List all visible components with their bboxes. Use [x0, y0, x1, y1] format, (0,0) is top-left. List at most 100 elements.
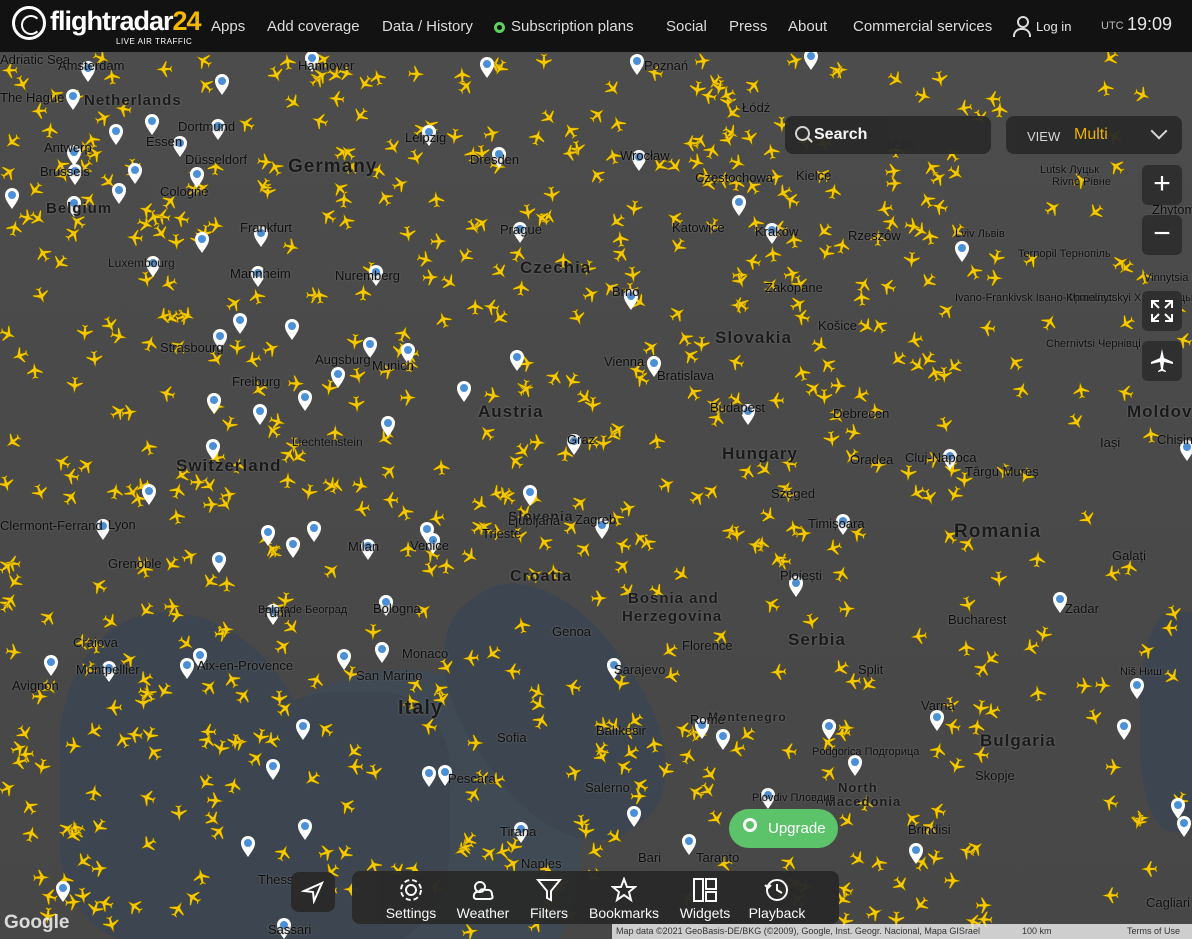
aircraft-icon[interactable]	[986, 248, 1006, 268]
aircraft-icon[interactable]	[219, 414, 239, 435]
aircraft-icon[interactable]	[333, 842, 355, 864]
aircraft-icon[interactable]	[168, 480, 188, 501]
aircraft-icon[interactable]	[885, 175, 903, 192]
aircraft-icon[interactable]	[762, 141, 781, 160]
aircraft-icon[interactable]	[693, 335, 710, 353]
aircraft-icon[interactable]	[181, 886, 204, 908]
aircraft-icon[interactable]	[368, 67, 388, 87]
aircraft-icon[interactable]	[125, 725, 144, 744]
airport-pin-icon[interactable]	[233, 313, 247, 334]
aircraft-icon[interactable]	[86, 350, 103, 368]
aircraft-icon[interactable]	[194, 74, 217, 97]
aircraft-icon[interactable]	[1077, 508, 1099, 530]
aircraft-icon[interactable]	[85, 783, 104, 802]
aircraft-toggle-button[interactable]	[1142, 341, 1182, 381]
aircraft-icon[interactable]	[3, 571, 26, 594]
airport-pin-icon[interactable]	[930, 710, 944, 731]
aircraft-icon[interactable]	[735, 723, 758, 746]
aircraft-icon[interactable]	[100, 611, 123, 633]
aircraft-icon[interactable]	[844, 423, 864, 442]
aircraft-icon[interactable]	[1160, 619, 1178, 637]
aircraft-icon[interactable]	[791, 307, 811, 327]
aircraft-icon[interactable]	[1096, 78, 1115, 97]
airport-pin-icon[interactable]	[180, 658, 194, 679]
aircraft-icon[interactable]	[407, 65, 425, 83]
aircraft-icon[interactable]	[346, 333, 364, 351]
aircraft-icon[interactable]	[101, 914, 121, 934]
aircraft-icon[interactable]	[5, 643, 24, 661]
aircraft-icon[interactable]	[760, 593, 782, 615]
aircraft-icon[interactable]	[301, 768, 324, 791]
aircraft-icon[interactable]	[605, 210, 628, 233]
aircraft-icon[interactable]	[658, 640, 681, 662]
aircraft-icon[interactable]	[261, 338, 282, 359]
upgrade-button[interactable]: Upgrade	[729, 809, 838, 848]
airport-pin-icon[interactable]	[145, 114, 159, 135]
aircraft-icon[interactable]	[767, 548, 789, 570]
aircraft-icon[interactable]	[530, 710, 551, 732]
aircraft-icon[interactable]	[160, 553, 182, 576]
aircraft-icon[interactable]	[49, 252, 72, 275]
aircraft-icon[interactable]	[90, 860, 109, 877]
aircraft-icon[interactable]	[351, 476, 371, 496]
aircraft-icon[interactable]	[198, 474, 220, 497]
aircraft-icon[interactable]	[18, 795, 40, 818]
aircraft-icon[interactable]	[869, 853, 889, 873]
airport-pin-icon[interactable]	[195, 232, 209, 253]
aircraft-icon[interactable]	[927, 167, 949, 189]
aircraft-icon[interactable]	[1136, 640, 1158, 661]
aircraft-icon[interactable]	[0, 777, 19, 798]
aircraft-icon[interactable]	[475, 421, 498, 444]
airport-pin-icon[interactable]	[207, 393, 221, 414]
aircraft-icon[interactable]	[0, 474, 16, 494]
aircraft-icon[interactable]	[167, 233, 185, 251]
aircraft-icon[interactable]	[601, 77, 624, 100]
aircraft-icon[interactable]	[112, 729, 134, 751]
airport-pin-icon[interactable]	[285, 319, 299, 340]
aircraft-icon[interactable]	[282, 91, 305, 114]
aircraft-icon[interactable]	[314, 718, 337, 741]
airport-pin-icon[interactable]	[1177, 816, 1191, 837]
aircraft-icon[interactable]	[33, 757, 52, 776]
nav-press[interactable]: Press	[729, 18, 767, 35]
aircraft-icon[interactable]	[1132, 810, 1150, 828]
flight-map[interactable]: Germany Czechia Slovakia Austria Hungary…	[0, 52, 1192, 939]
aircraft-icon[interactable]	[61, 467, 80, 486]
aircraft-icon[interactable]	[64, 736, 83, 755]
aircraft-icon[interactable]	[352, 500, 371, 519]
aircraft-icon[interactable]	[512, 278, 530, 297]
aircraft-icon[interactable]	[30, 482, 51, 503]
aircraft-icon[interactable]	[847, 848, 870, 871]
aircraft-icon[interactable]	[984, 90, 1002, 108]
aircraft-icon[interactable]	[887, 348, 910, 371]
aircraft-icon[interactable]	[381, 491, 399, 509]
aircraft-icon[interactable]	[921, 227, 939, 246]
aircraft-icon[interactable]	[1105, 758, 1123, 776]
nav-subscription-plans[interactable]: Subscription plans	[494, 18, 634, 35]
aircraft-icon[interactable]	[348, 395, 365, 413]
aircraft-icon[interactable]	[855, 315, 878, 337]
aircraft-icon[interactable]	[207, 820, 230, 843]
aircraft-icon[interactable]	[378, 459, 401, 482]
aircraft-icon[interactable]	[31, 285, 52, 306]
airport-pin-icon[interactable]	[44, 655, 58, 676]
aircraft-icon[interactable]	[853, 273, 875, 295]
zoom-in-button[interactable]: +	[1142, 165, 1182, 205]
aircraft-icon[interactable]	[201, 808, 224, 831]
aircraft-icon[interactable]	[83, 720, 105, 742]
aircraft-icon[interactable]	[2, 430, 25, 453]
aircraft-icon[interactable]	[925, 848, 945, 868]
aircraft-icon[interactable]	[192, 52, 214, 72]
aircraft-icon[interactable]	[727, 739, 747, 759]
aircraft-icon[interactable]	[767, 392, 785, 409]
aircraft-icon[interactable]	[928, 740, 948, 761]
aircraft-icon[interactable]	[905, 330, 925, 350]
nav-social[interactable]: Social	[666, 18, 707, 35]
aircraft-icon[interactable]	[1128, 812, 1148, 832]
playback-button[interactable]: Playback	[744, 871, 810, 924]
aircraft-icon[interactable]	[981, 701, 1002, 722]
aircraft-icon[interactable]	[87, 575, 109, 597]
aircraft-icon[interactable]	[17, 208, 37, 228]
aircraft-icon[interactable]	[463, 216, 485, 238]
aircraft-icon[interactable]	[198, 570, 221, 593]
